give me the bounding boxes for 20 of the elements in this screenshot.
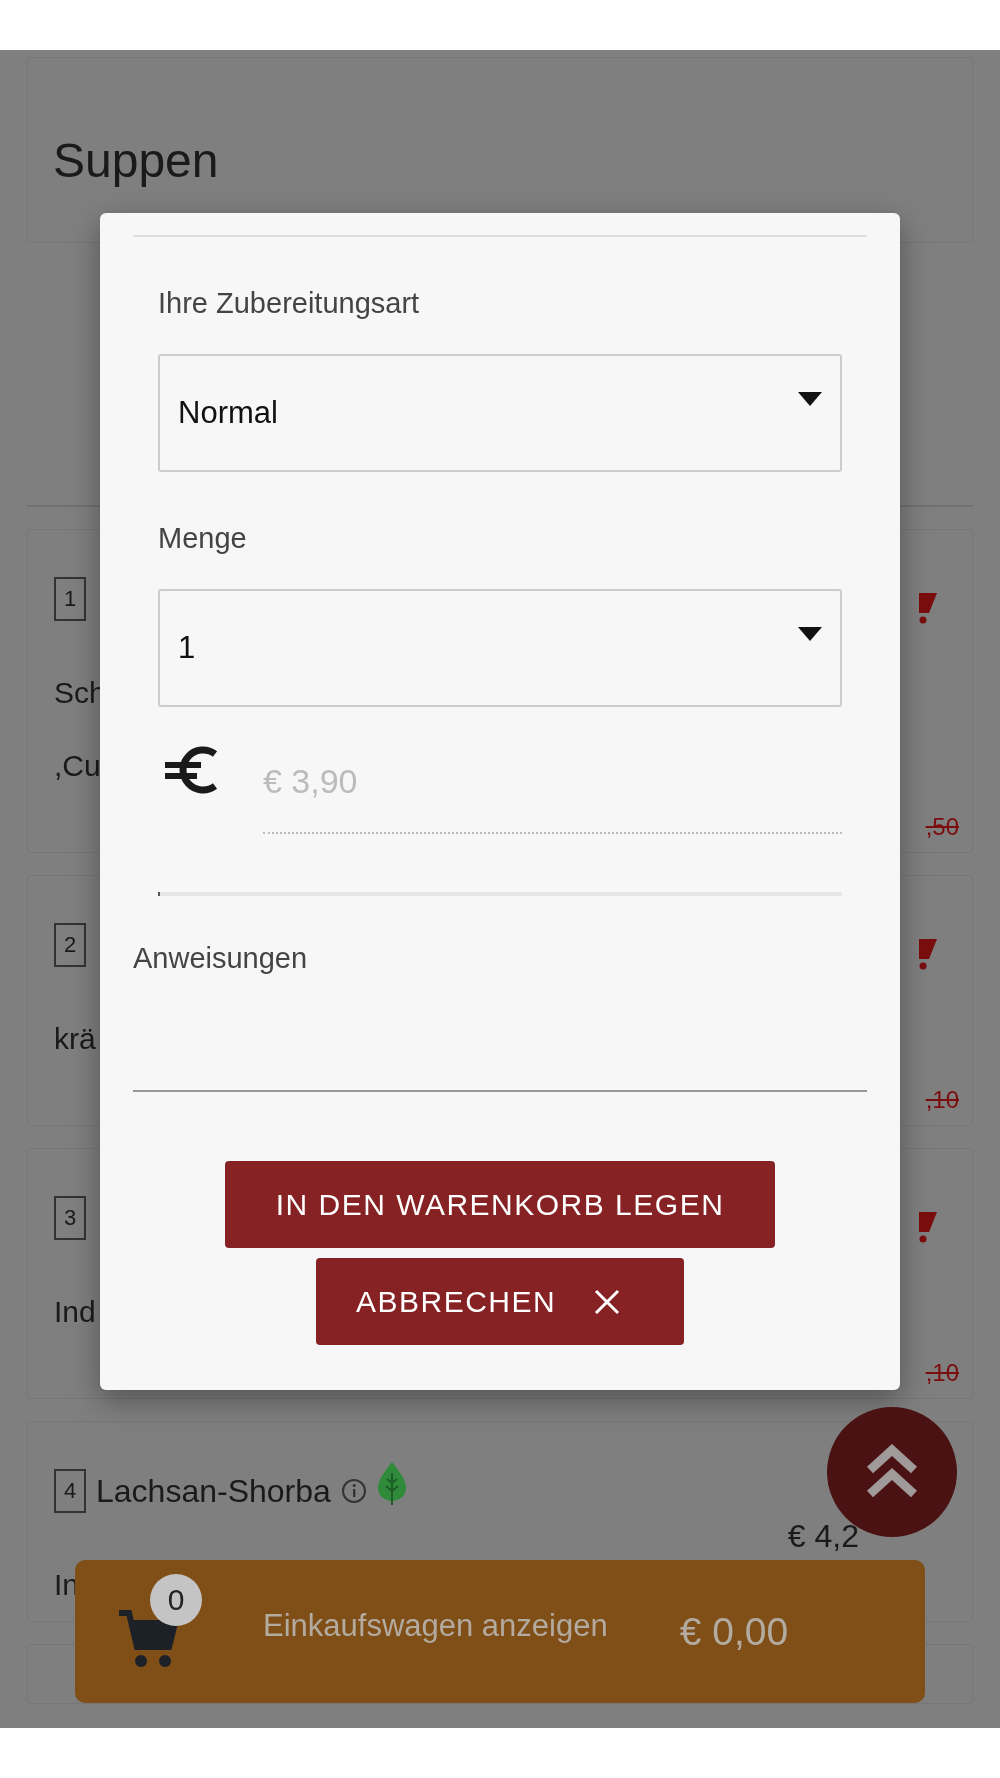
dish-number: 3 <box>54 1196 86 1240</box>
dish-number: 1 <box>54 577 86 621</box>
dropdown-field[interactable]: Normal <box>158 354 842 472</box>
field-label: Ihre Zubereitungsart <box>158 287 421 320</box>
dish-description: krä <box>54 1021 96 1056</box>
old-price: ,50 <box>925 813 959 841</box>
old-price: ,10 <box>925 1086 959 1114</box>
cancel-button[interactable]: ABBRECHEN <box>316 1258 684 1345</box>
old-price: ,10 <box>925 1359 959 1387</box>
dish-number: 2 <box>54 923 86 967</box>
dish-description: Ind <box>54 1294 96 1329</box>
add-to-cart-button[interactable]: IN DEN WARENKORB LEGEN <box>225 1161 775 1248</box>
dish-description: ,Cu <box>54 748 101 783</box>
dish-price: € 4,2 <box>787 1518 859 1555</box>
dish-number: 4 <box>54 1469 86 1513</box>
dropdown-field[interactable]: 1 <box>158 589 842 707</box>
dish-title[interactable]: Lachsan-Shorba <box>96 1472 331 1510</box>
instructions-field[interactable]: Anweisungen <box>133 942 867 1092</box>
section-title: Suppen <box>53 132 219 188</box>
field-label: Menge <box>158 522 248 555</box>
